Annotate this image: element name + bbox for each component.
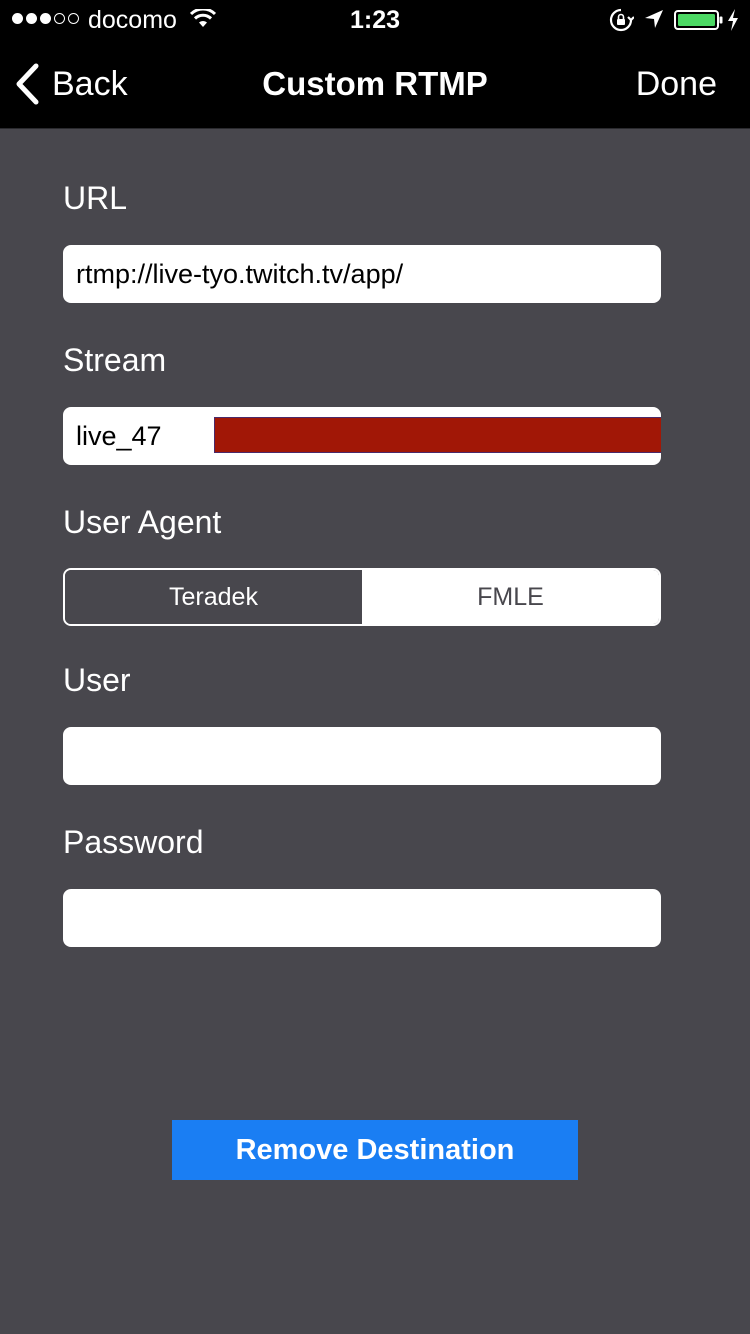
password-input[interactable] — [63, 889, 661, 947]
user-label: User — [63, 662, 131, 698]
redaction-box — [214, 417, 661, 453]
user-agent-label: User Agent — [63, 504, 222, 540]
status-bar: docomo 1:23 — [0, 0, 750, 40]
url-label: URL — [63, 180, 128, 216]
user-agent-segmented-control: Teradek FMLE — [63, 568, 661, 626]
url-input[interactable]: rtmp://live-tyo.twitch.tv/app/ — [63, 245, 661, 303]
battery-icon — [674, 10, 723, 30]
segment-teradek[interactable]: Teradek — [65, 570, 362, 624]
orientation-lock-icon — [609, 8, 634, 32]
url-value: rtmp://live-tyo.twitch.tv/app/ — [76, 258, 404, 289]
navigation-bar: Back Custom RTMP Done — [0, 40, 750, 129]
stream-value: live_47 — [76, 420, 162, 451]
remove-destination-button[interactable]: Remove Destination — [172, 1120, 578, 1180]
charging-bolt-icon — [728, 9, 738, 31]
status-time: 1:23 — [349, 6, 401, 34]
password-label: Password — [63, 824, 204, 860]
segment-fmle[interactable]: FMLE — [362, 570, 659, 624]
location-arrow-icon — [645, 10, 663, 28]
done-button[interactable]: Done — [636, 64, 717, 104]
stream-input[interactable]: live_47 — [63, 407, 661, 465]
stream-label: Stream — [63, 342, 167, 378]
user-input[interactable] — [63, 727, 661, 785]
